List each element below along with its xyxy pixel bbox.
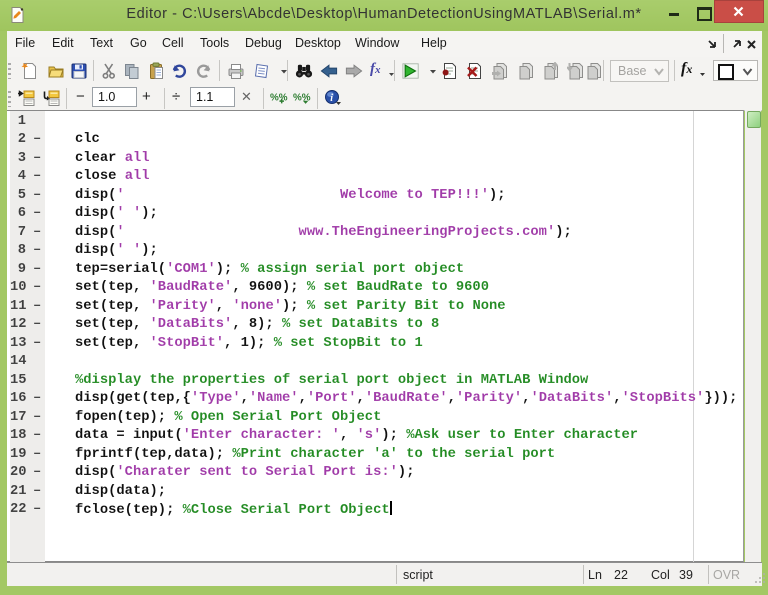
svg-text:%%: %% — [270, 93, 288, 104]
svg-text:%%: %% — [293, 93, 311, 104]
svg-text:i: i — [330, 93, 333, 104]
